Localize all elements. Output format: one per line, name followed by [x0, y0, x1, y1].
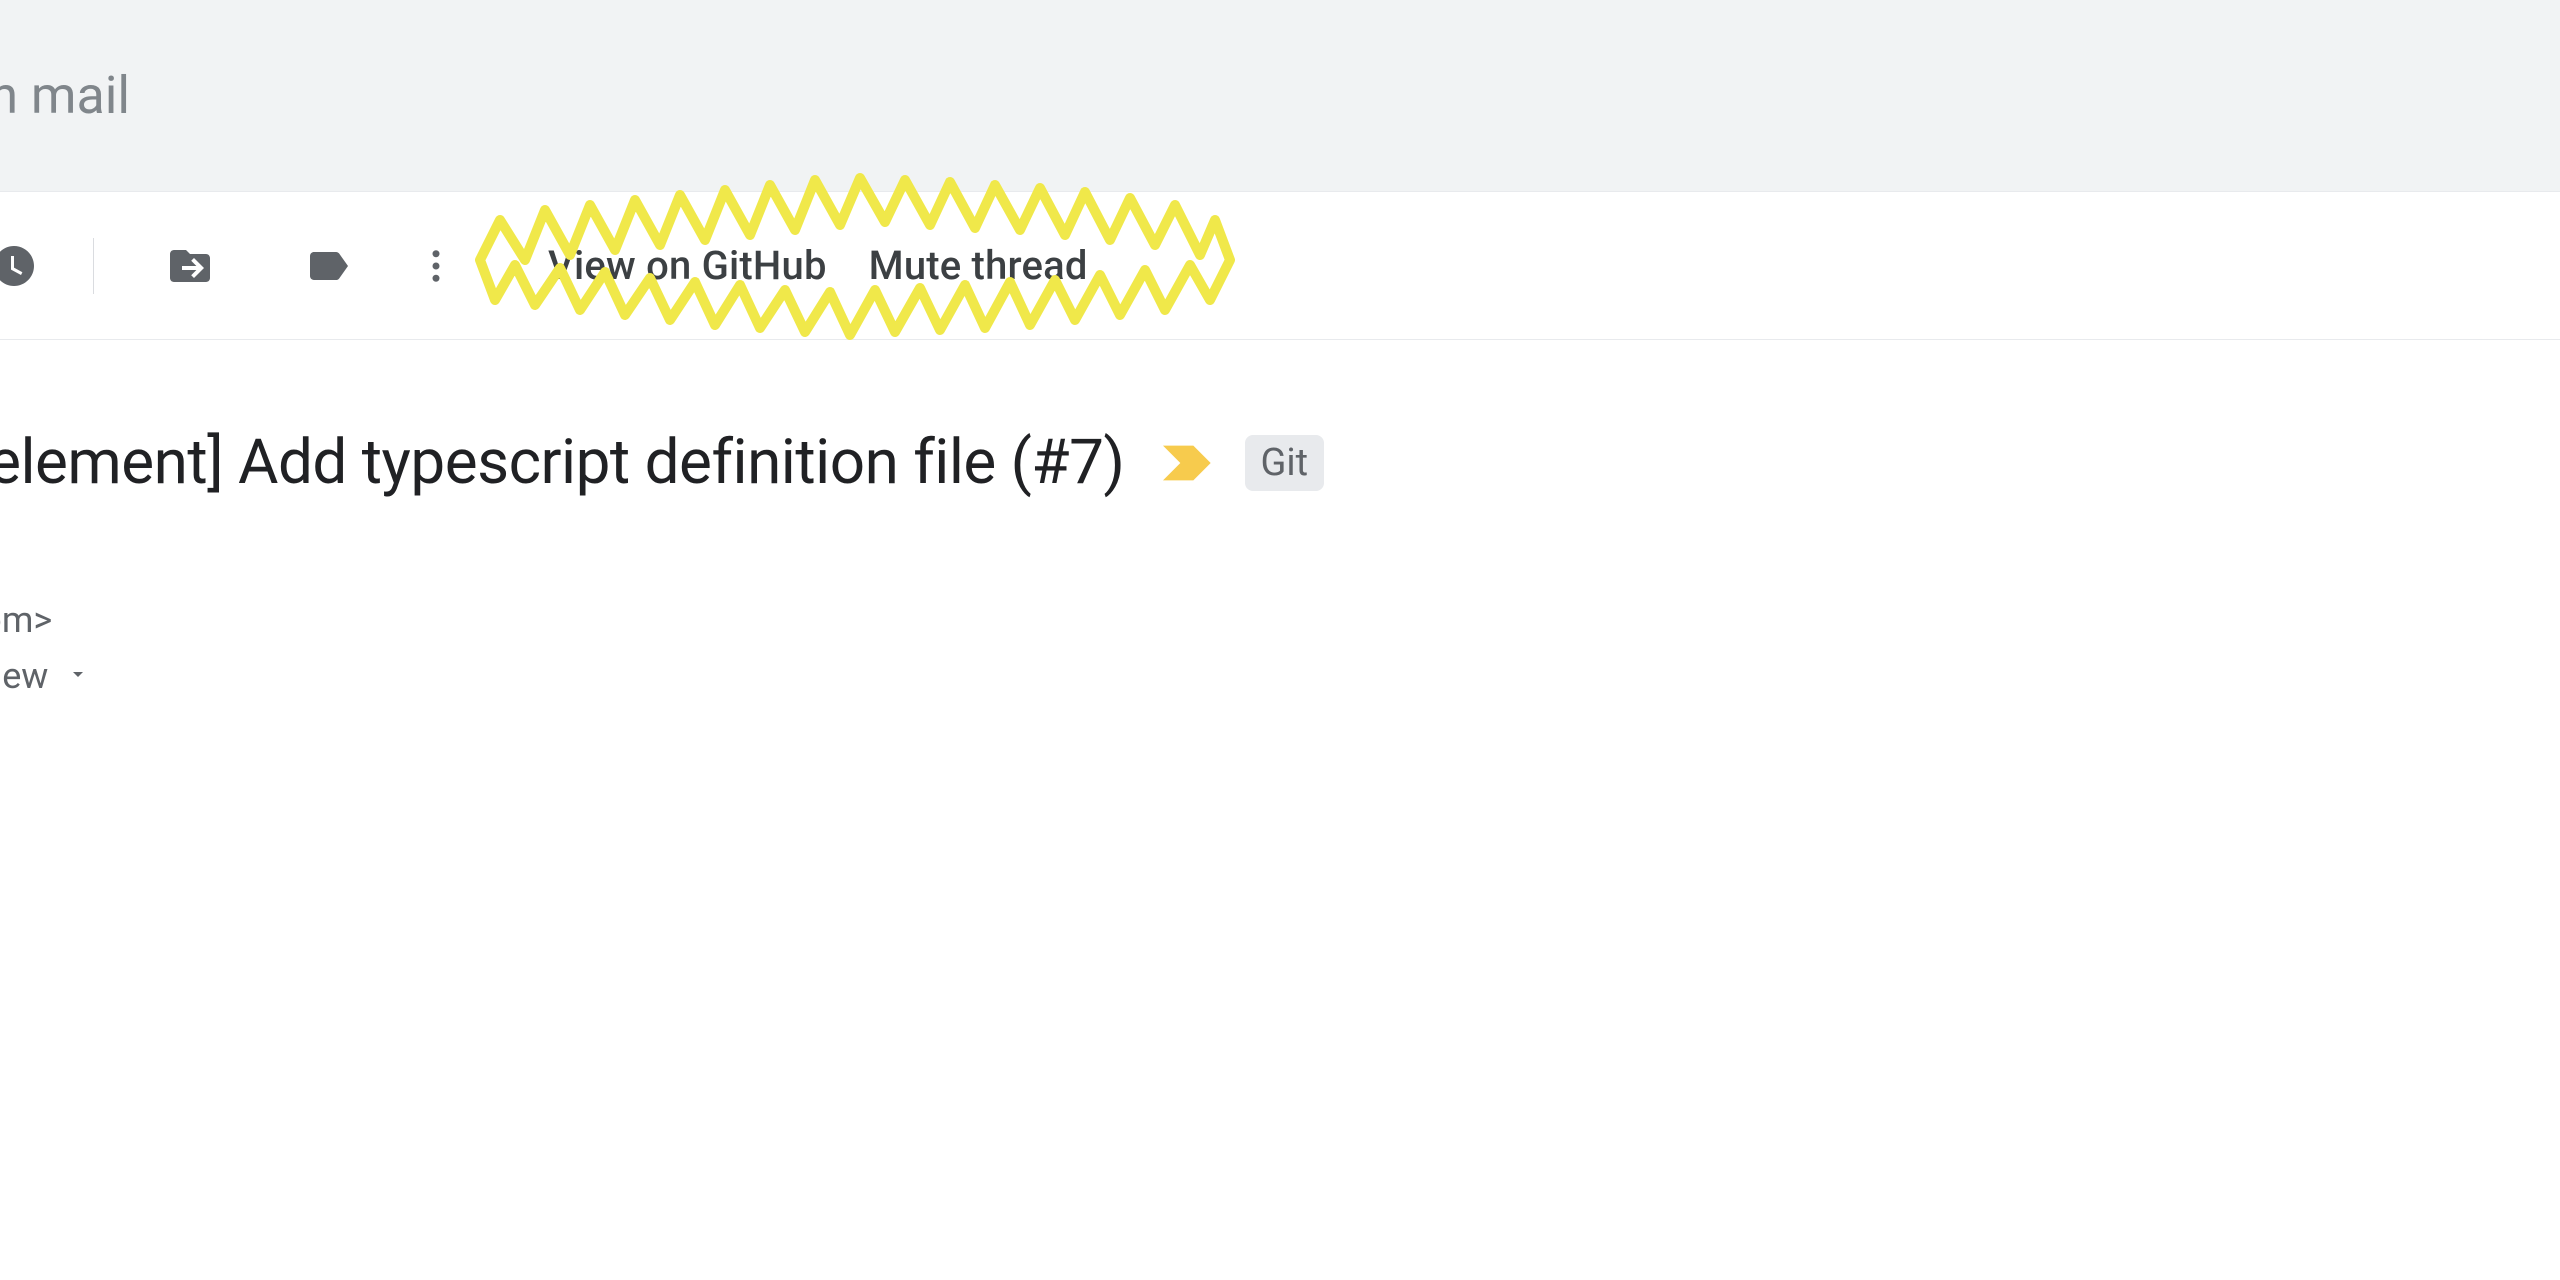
toolbar: View on GitHub Mute thread: [0, 192, 2560, 340]
sender-email: @github.com>: [0, 599, 2560, 641]
search-bar[interactable]: rch mail: [0, 0, 2560, 192]
search-placeholder: rch mail: [0, 65, 130, 126]
github-label-chip[interactable]: Git: [1245, 435, 1325, 491]
important-marker-icon[interactable]: [1163, 445, 1215, 481]
more-icon[interactable]: [412, 242, 460, 290]
move-to-icon[interactable]: [166, 242, 214, 290]
labels-icon[interactable]: [304, 242, 352, 290]
email-subject: ler-element] Add typescript definition f…: [0, 426, 1125, 499]
show-details-icon[interactable]: [66, 662, 90, 690]
toolbar-divider: [93, 238, 94, 294]
subject-row: ler-element] Add typescript definition f…: [0, 426, 2560, 499]
view-on-github-button[interactable]: View on GitHub: [548, 242, 827, 289]
recipient-row: ne, Review: [0, 655, 2560, 697]
snooze-icon[interactable]: [0, 242, 38, 290]
sender-info: @github.com> ne, Review: [0, 599, 2560, 697]
recipient-text: ne, Review: [0, 655, 48, 697]
mute-thread-button[interactable]: Mute thread: [869, 242, 1088, 289]
